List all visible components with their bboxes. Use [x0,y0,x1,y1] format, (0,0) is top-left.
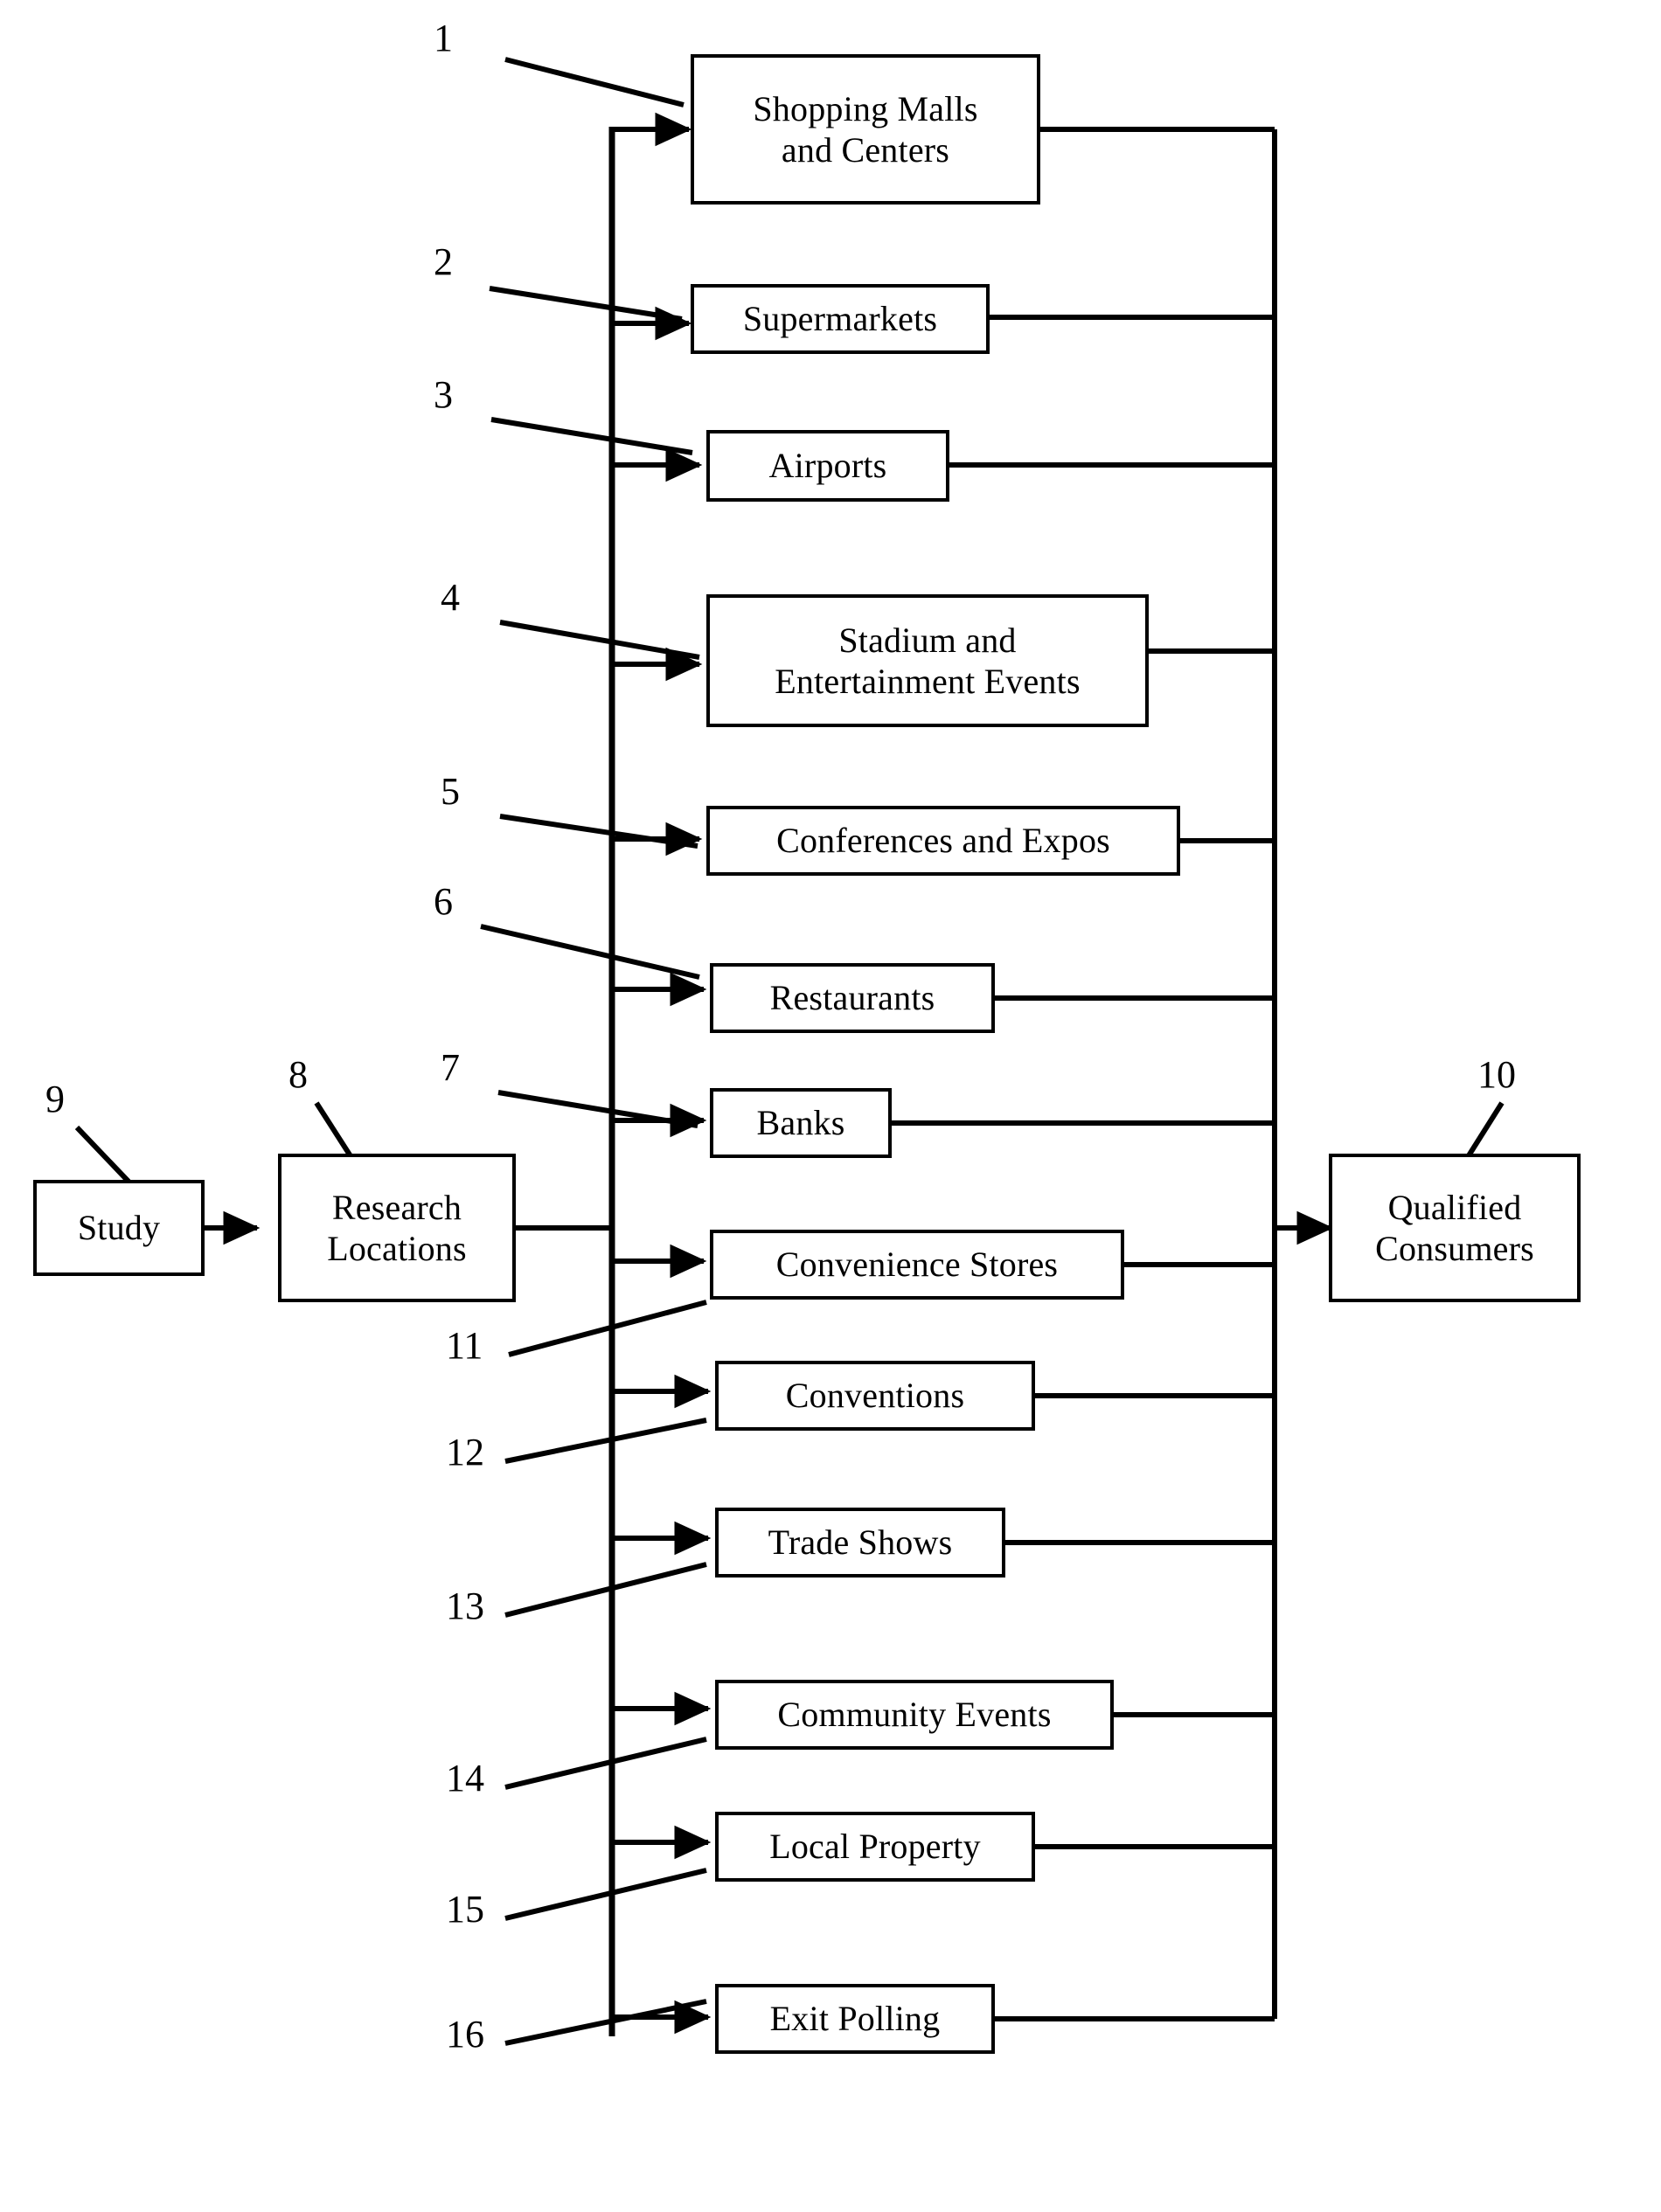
ref-numeral-9: 9 [45,1078,65,1120]
leader-7 [497,1090,698,1128]
node-banks-label: Banks [756,1103,845,1143]
ref-numeral-3: 3 [434,373,453,416]
leader-13 [504,1562,707,1618]
node-qualified-consumers-label: Qualified Consumers [1375,1187,1534,1268]
leader-9 [74,1125,134,1187]
node-supermarkets[interactable]: Supermarkets [691,284,990,354]
node-shopping-malls[interactable]: Shopping Malls and Centers [691,54,1040,205]
ref-numeral-15: 15 [446,1888,484,1931]
node-exit-polling-label: Exit Polling [769,1999,941,2039]
node-conventions-label: Conventions [785,1376,965,1416]
ref-numeral-6: 6 [434,880,453,923]
node-stadium-events[interactable]: Stadium and Entertainment Events [706,594,1149,727]
ref-numeral-11: 11 [446,1324,483,1367]
node-research-locations-label: Research Locations [327,1187,467,1268]
leader-3 [490,417,693,455]
ref-numeral-13: 13 [446,1584,484,1627]
leader-14 [504,1737,707,1790]
leader-11 [508,1300,707,1357]
node-community-events-label: Community Events [777,1695,1052,1735]
leader-4 [499,620,700,660]
ref-numeral-16: 16 [446,2013,484,2056]
leader-5 [499,814,698,849]
ref-numeral-4: 4 [441,576,460,619]
node-convenience-stores[interactable]: Convenience Stores [710,1230,1124,1300]
ref-numeral-2: 2 [434,240,453,283]
node-conventions[interactable]: Conventions [715,1361,1035,1431]
node-supermarkets-label: Supermarkets [742,299,938,339]
ref-numeral-14: 14 [446,1757,484,1799]
node-trade-shows-label: Trade Shows [768,1522,953,1563]
ref-numeral-8: 8 [288,1053,308,1096]
ref-numeral-7: 7 [441,1046,460,1089]
leader-6 [480,924,700,980]
node-conferences-expos[interactable]: Conferences and Expos [706,806,1180,876]
node-convenience-stores-label: Convenience Stores [775,1245,1059,1285]
leader-15 [504,1868,707,1921]
node-study[interactable]: Study [33,1180,205,1276]
ref-numeral-10: 10 [1477,1053,1516,1096]
node-research-locations[interactable]: Research Locations [278,1154,516,1302]
node-restaurants-label: Restaurants [769,978,935,1018]
node-trade-shows[interactable]: Trade Shows [715,1508,1005,1578]
node-shopping-malls-label: Shopping Malls and Centers [753,88,978,170]
node-community-events[interactable]: Community Events [715,1680,1114,1750]
node-qualified-consumers[interactable]: Qualified Consumers [1329,1154,1581,1302]
ref-numeral-5: 5 [441,770,460,813]
node-restaurants[interactable]: Restaurants [710,963,995,1033]
leader-1 [504,57,685,107]
node-conferences-expos-label: Conferences and Expos [776,821,1110,861]
patent-figure: Study Research Locations Qualified Consu… [0,0,1661,2212]
node-stadium-events-label: Stadium and Entertainment Events [775,620,1081,701]
node-local-property[interactable]: Local Property [715,1812,1035,1882]
node-exit-polling[interactable]: Exit Polling [715,1984,995,2054]
ref-numeral-1: 1 [434,17,453,59]
node-banks[interactable]: Banks [710,1088,892,1158]
node-airports[interactable]: Airports [706,430,949,502]
node-study-label: Study [77,1208,161,1248]
node-airports-label: Airports [768,446,887,486]
ref-numeral-12: 12 [446,1431,484,1474]
leader-12 [504,1418,707,1464]
leader-16 [504,1999,707,2046]
leader-2 [489,286,683,322]
node-local-property-label: Local Property [769,1827,981,1867]
